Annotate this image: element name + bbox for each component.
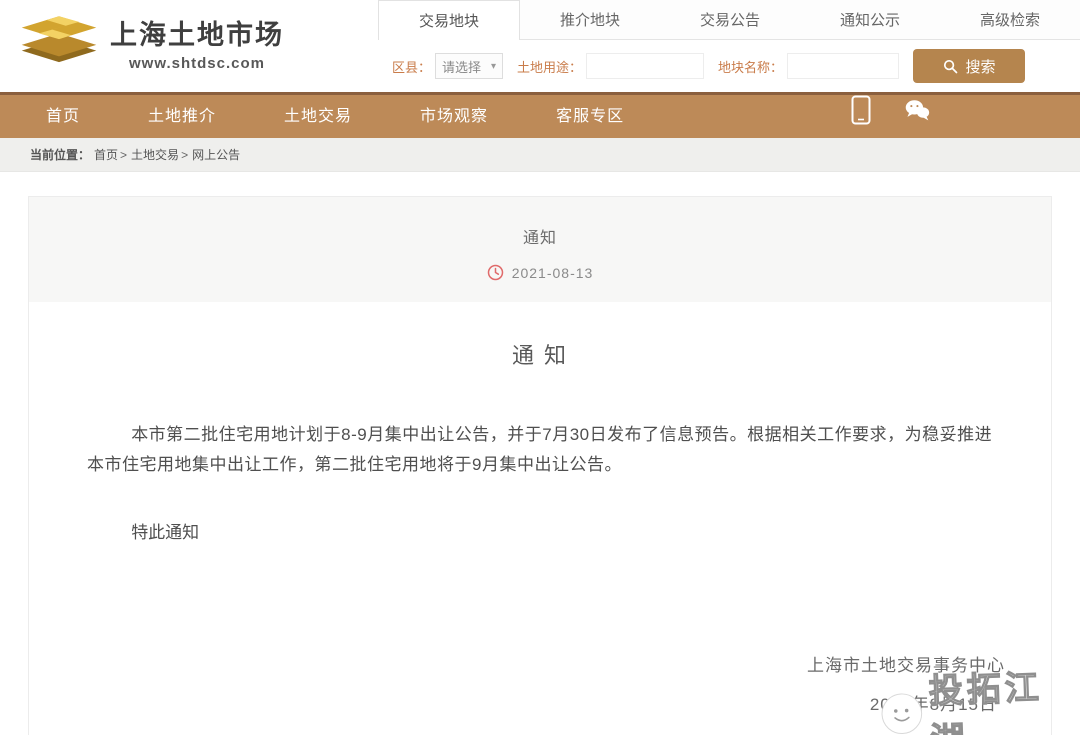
search-icon xyxy=(943,59,958,74)
notice-date-row: 2021-08-13 xyxy=(487,264,594,281)
site-logo-icon xyxy=(16,10,102,74)
site-url: www.shtdsc.com xyxy=(110,55,284,72)
notice-date: 2021-08-13 xyxy=(512,265,594,281)
nav-icons xyxy=(848,95,930,125)
signature-date: 2021年8月15日 xyxy=(29,690,1005,715)
landuse-input[interactable] xyxy=(586,53,704,79)
breadcrumb-online-notice[interactable]: 网上公告 xyxy=(192,146,240,163)
nav-item-home[interactable]: 首页 xyxy=(0,95,114,138)
search-button[interactable]: 搜索 xyxy=(913,49,1025,83)
nav-item-market-watch[interactable]: 市场观察 xyxy=(386,95,522,138)
notice-paragraph: 本市第二批住宅用地计划于8-9月集中出让公告，并于7月30日发布了信息预告。根据… xyxy=(87,420,993,480)
tab-advanced-search[interactable]: 高级检索 xyxy=(940,0,1080,39)
nav-item-land-promotion[interactable]: 土地推介 xyxy=(114,95,250,138)
district-label: 区县： xyxy=(392,57,431,76)
tab-trade-announcements[interactable]: 交易公告 xyxy=(660,0,800,39)
signature-name: 上海市土地交易事务中心 xyxy=(29,651,1005,676)
breadcrumb-separator: > xyxy=(181,148,188,162)
top-tabs: 交易地块 推介地块 交易公告 通知公示 高级检索 xyxy=(378,0,1080,40)
mobile-phone-icon[interactable] xyxy=(848,95,874,125)
notice-closing: 特此通知 xyxy=(87,518,993,543)
search-button-label: 搜索 xyxy=(966,56,996,77)
notice-panel: 通知 2021-08-13 通 知 本市第二批住宅用地计划于8-9月集中出让公告… xyxy=(28,196,1052,735)
breadcrumb-home[interactable]: 首页 xyxy=(94,146,118,163)
breadcrumb-separator: > xyxy=(120,148,127,162)
parcel-name-input[interactable] xyxy=(787,53,899,79)
tab-trade-parcels[interactable]: 交易地块 xyxy=(378,0,520,40)
site-name: 上海土地市场 xyxy=(110,13,284,52)
clock-icon xyxy=(487,264,504,281)
notice-doc-title: 通 知 xyxy=(29,338,1051,370)
header: 上海土地市场 www.shtdsc.com 交易地块 推介地块 交易公告 通知公… xyxy=(0,0,1080,92)
wechat-icon[interactable] xyxy=(904,95,930,125)
breadcrumb-land-trade[interactable]: 土地交易 xyxy=(131,146,179,163)
nav-item-service-zone[interactable]: 客服专区 xyxy=(522,95,658,138)
landuse-label: 土地用途： xyxy=(517,57,582,76)
notice-panel-header: 通知 2021-08-13 xyxy=(29,197,1051,302)
district-select-value: 请选择 xyxy=(442,57,481,76)
brand-text: 上海土地市场 www.shtdsc.com xyxy=(110,13,284,72)
signature-block: 上海市土地交易事务中心 2021年8月15日 xyxy=(29,651,1051,715)
breadcrumb: 当前位置： 首页 > 土地交易 > 网上公告 xyxy=(0,138,1080,172)
breadcrumb-prefix: 当前位置： xyxy=(30,146,90,163)
page: 上海土地市场 www.shtdsc.com 交易地块 推介地块 交易公告 通知公… xyxy=(0,0,1080,735)
notice-list-title: 通知 xyxy=(523,224,557,248)
district-select[interactable]: 请选择 ▾ xyxy=(435,53,503,79)
chevron-down-icon: ▾ xyxy=(491,61,496,72)
tab-notices[interactable]: 通知公示 xyxy=(800,0,940,39)
tab-promoted-parcels[interactable]: 推介地块 xyxy=(520,0,660,39)
brand[interactable]: 上海土地市场 www.shtdsc.com xyxy=(16,10,284,74)
search-bar: 区县： 请选择 ▾ 土地用途： 地块名称： 搜索 xyxy=(378,40,1080,92)
nav-item-land-trade[interactable]: 土地交易 xyxy=(250,95,386,138)
parcel-name-label: 地块名称： xyxy=(718,57,783,76)
